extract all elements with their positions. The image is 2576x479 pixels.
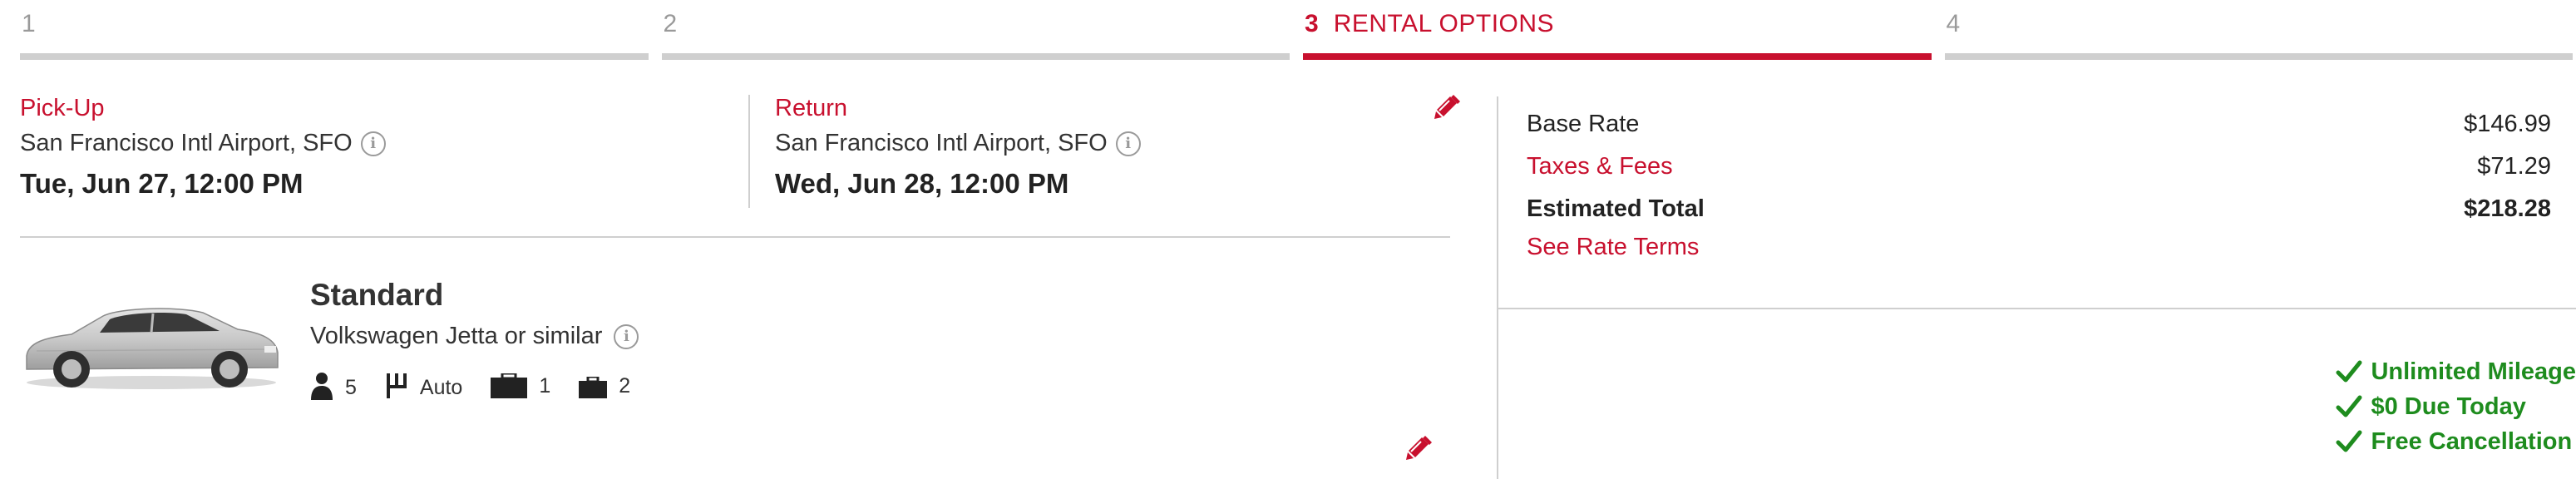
base-rate-row: Base Rate $146.99 bbox=[1527, 103, 2551, 146]
benefit-label: $0 Due Today bbox=[2371, 393, 2526, 420]
vehicle-features: 5 Auto 1 2 bbox=[310, 372, 659, 400]
base-rate-value: $146.99 bbox=[2464, 111, 2551, 137]
reservation-summary: Pick-Up San Francisco Intl Airport, SFO … bbox=[20, 67, 1460, 479]
taxes-row: Taxes & Fees $71.29 bbox=[1527, 146, 2551, 188]
benefit-label: Free Cancellation bbox=[2371, 427, 2573, 455]
pricing-divider bbox=[1498, 308, 2576, 309]
total-row: Estimated Total $218.28 bbox=[1527, 188, 2551, 230]
gear-shift-icon bbox=[386, 373, 407, 398]
step-bar bbox=[1944, 53, 2573, 60]
passenger-count: 5 bbox=[345, 376, 357, 399]
pickup-title: Pick-Up bbox=[20, 95, 105, 121]
check-icon bbox=[2336, 430, 2362, 452]
step-number: 4 bbox=[1946, 10, 1961, 37]
return-title: Return bbox=[775, 95, 848, 121]
step-label: RENTAL OPTIONS bbox=[1333, 10, 1555, 37]
benefit-item: Free Cancellation bbox=[2336, 424, 2576, 459]
benefits-list: Unlimited Mileage $0 Due Today Free Canc… bbox=[2336, 354, 2576, 459]
vehicle-class: Standard bbox=[310, 278, 444, 312]
info-icon[interactable]: i bbox=[1115, 131, 1141, 156]
transmission-type: Auto bbox=[419, 376, 463, 399]
step-number: 3 bbox=[1305, 10, 1319, 37]
progress-stepper: 1 2 3 RENTAL OPTIONS 4 bbox=[20, 0, 2573, 67]
person-icon bbox=[311, 373, 333, 400]
benefit-item: $0 Due Today bbox=[2336, 389, 2576, 424]
step-bar bbox=[20, 53, 649, 60]
step-number: 1 bbox=[22, 10, 36, 37]
car-image bbox=[26, 308, 279, 389]
total-value: $218.28 bbox=[2464, 195, 2551, 222]
info-icon[interactable]: i bbox=[360, 131, 386, 156]
step-bar bbox=[1303, 53, 1932, 60]
check-icon bbox=[2336, 360, 2362, 383]
total-label: Estimated Total bbox=[1527, 195, 1705, 222]
return-location: San Francisco Intl Airport, SFO bbox=[775, 130, 1108, 156]
pricing-panel: Base Rate $146.99 Taxes & Fees $71.29 Es… bbox=[1497, 96, 2576, 479]
benefit-item: Unlimited Mileage bbox=[2336, 354, 2576, 389]
step-bar bbox=[661, 53, 1290, 60]
step-3[interactable]: 3 RENTAL OPTIONS bbox=[1303, 0, 1932, 67]
pencil-icon[interactable] bbox=[1404, 434, 1432, 462]
return-datetime: Wed, Jun 28, 12:00 PM bbox=[775, 168, 1069, 199]
pencil-icon[interactable] bbox=[1432, 93, 1460, 121]
small-bags: 2 bbox=[579, 374, 630, 398]
transmission: Auto bbox=[385, 372, 462, 400]
large-bag-count: 1 bbox=[539, 374, 551, 398]
step-2[interactable]: 2 bbox=[661, 0, 1290, 67]
taxes-fees-link[interactable]: Taxes & Fees bbox=[1527, 153, 1673, 180]
step-1[interactable]: 1 bbox=[20, 0, 649, 67]
return-section: Return San Francisco Intl Airport, SFO i… bbox=[775, 95, 1141, 200]
passenger-capacity: 5 bbox=[310, 372, 357, 400]
pickup-location: San Francisco Intl Airport, SFO bbox=[20, 130, 353, 156]
vehicle-model-line: Volkswagen Jetta or similar i bbox=[310, 323, 659, 350]
check-icon bbox=[2336, 395, 2362, 417]
vehicle-row: Standard Volkswagen Jetta or similar i 5 bbox=[20, 240, 1450, 479]
step-number: 2 bbox=[663, 10, 678, 37]
briefcase-icon bbox=[579, 376, 608, 398]
taxes-value: $71.29 bbox=[2477, 153, 2551, 180]
pickup-section: Pick-Up San Francisco Intl Airport, SFO … bbox=[20, 95, 386, 200]
suitcase-icon bbox=[491, 373, 528, 398]
benefit-label: Unlimited Mileage bbox=[2371, 358, 2576, 385]
price-breakdown: Base Rate $146.99 Taxes & Fees $71.29 Es… bbox=[1527, 103, 2551, 261]
info-icon[interactable]: i bbox=[614, 323, 639, 349]
base-rate-label: Base Rate bbox=[1527, 111, 1640, 137]
small-bag-count: 2 bbox=[619, 373, 631, 398]
location-divider bbox=[748, 95, 750, 208]
step-4[interactable]: 4 bbox=[1944, 0, 2573, 67]
pickup-datetime: Tue, Jun 27, 12:00 PM bbox=[20, 168, 303, 199]
pickup-location-line: San Francisco Intl Airport, SFO i bbox=[20, 130, 386, 157]
location-row: Pick-Up San Francisco Intl Airport, SFO … bbox=[20, 67, 1460, 238]
vehicle-model: Volkswagen Jetta or similar bbox=[310, 323, 603, 349]
return-location-line: San Francisco Intl Airport, SFO i bbox=[775, 130, 1141, 157]
large-bags: 1 bbox=[491, 373, 550, 398]
see-rate-terms-link[interactable]: See Rate Terms bbox=[1527, 234, 1699, 261]
vehicle-info: Standard Volkswagen Jetta or similar i 5 bbox=[310, 278, 659, 400]
